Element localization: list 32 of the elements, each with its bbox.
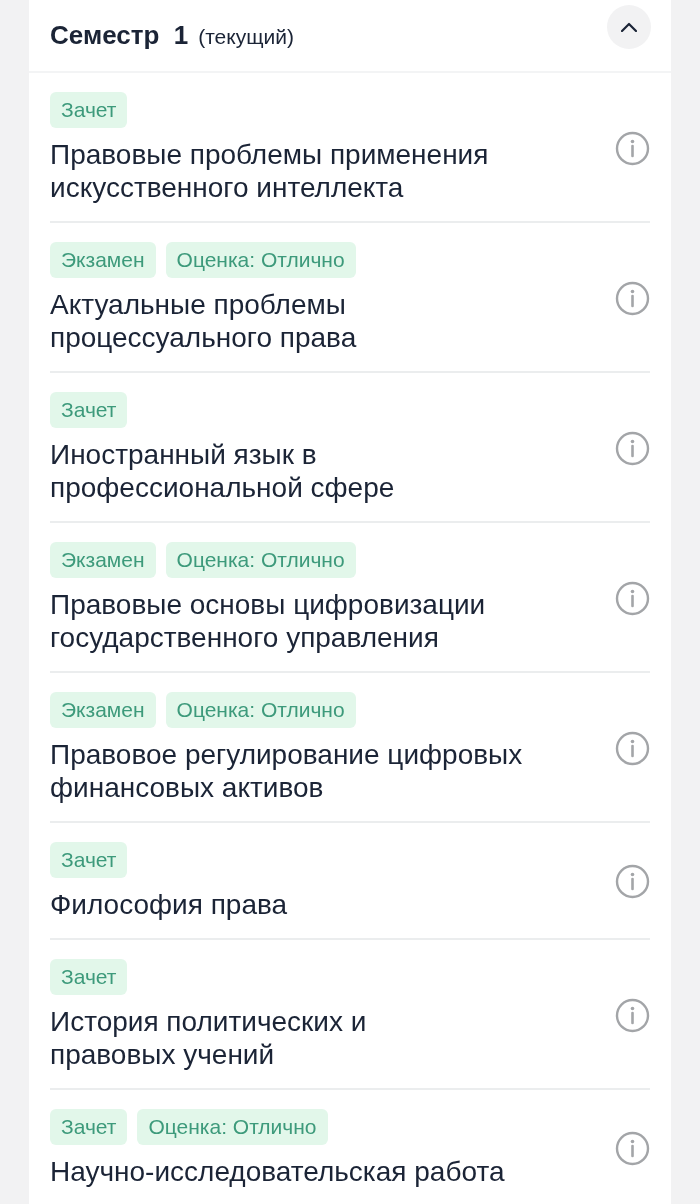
info-icon[interactable] — [615, 430, 650, 466]
info-icon[interactable] — [615, 280, 650, 316]
subject-title: История политических и правовых учений — [50, 1005, 367, 1071]
subject-title: Научно-исследовательская работа — [50, 1155, 505, 1188]
info-icon[interactable] — [615, 997, 650, 1033]
subject-tag: Оценка: Отлично — [137, 1109, 328, 1145]
subject-tag: Зачет — [50, 959, 128, 995]
subject-title: Иностранный язык в профессиональной сфере — [50, 438, 395, 504]
info-icon[interactable] — [615, 730, 650, 766]
subject-title: Правовые проблемы применения искусственного интеллекта — [50, 138, 489, 204]
semester-note: (текущий) — [198, 25, 294, 49]
subject-tag: Экзамен — [50, 242, 156, 278]
subject-tag: Оценка: Отлично — [165, 242, 356, 278]
info-icon[interactable] — [615, 1131, 650, 1166]
subject-title: Правовое регулирование цифровых финансовых активов — [50, 738, 523, 804]
subject-tag: Оценка: Отлично — [165, 692, 356, 728]
subject-tag: Зачет — [50, 842, 128, 878]
subject-tag: Зачет — [50, 392, 128, 428]
subject-title: Актуальные проблемы процессуального права — [50, 288, 357, 354]
subject-tag: Экзамен — [50, 692, 156, 728]
semester-title: Семестр 1 — [50, 20, 189, 51]
info-icon[interactable] — [615, 580, 650, 616]
subject-tag: Оценка: Отлично — [165, 542, 356, 578]
subject-tag: Экзамен — [50, 542, 156, 578]
info-icon[interactable] — [615, 864, 650, 899]
subject-title: Философия права — [50, 888, 288, 921]
subject-tag: Зачет — [50, 92, 128, 128]
info-icon[interactable] — [615, 130, 650, 166]
chevron-icon — [621, 21, 637, 32]
collapse-button[interactable] — [607, 4, 651, 49]
subject-title: Правовые основы цифровизации государственного управления — [50, 588, 486, 654]
subject-tag: Зачет — [50, 1109, 128, 1145]
